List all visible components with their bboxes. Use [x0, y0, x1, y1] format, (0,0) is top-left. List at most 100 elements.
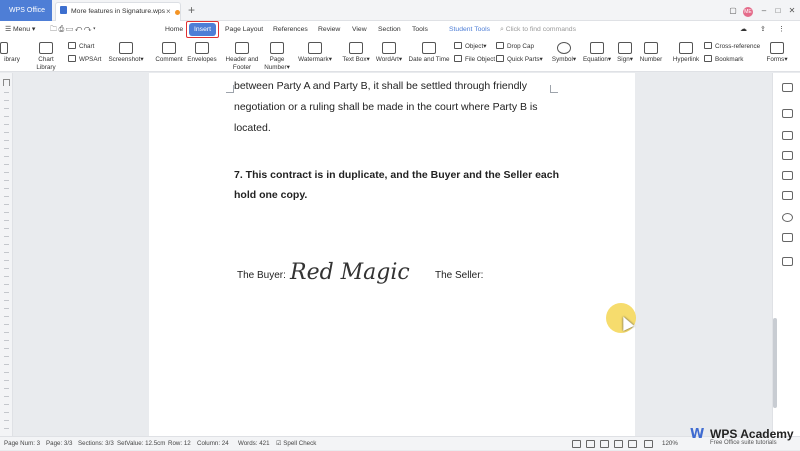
page-status[interactable]: Page: 3/3 — [46, 437, 73, 451]
equation-icon — [590, 42, 604, 54]
comment-button[interactable]: Comment — [152, 42, 186, 64]
number-button[interactable]: Number — [636, 42, 666, 64]
search-placeholder: Click to find commands — [505, 26, 576, 33]
text-box-button[interactable]: Text Box▾ — [340, 42, 372, 64]
globe-icon[interactable] — [644, 440, 653, 448]
vertical-scrollbar[interactable] — [773, 318, 777, 408]
translate-icon[interactable] — [782, 233, 793, 242]
document-tab-title: More features in Signature.wps — [71, 8, 166, 15]
tab-view[interactable]: View — [352, 21, 367, 38]
maximize-icon[interactable]: □ — [772, 0, 784, 21]
library-button[interactable]: ibrary — [0, 42, 24, 64]
eye-protection-icon[interactable] — [628, 440, 637, 448]
number-icon — [644, 42, 658, 54]
document-page[interactable]: between Party A and Party B, it shall be… — [149, 73, 635, 436]
wpsart-button[interactable]: WPSArt — [68, 55, 101, 64]
tab-section[interactable]: Section — [378, 21, 401, 38]
tab-home[interactable]: Home — [165, 21, 183, 38]
library-icon — [0, 42, 8, 54]
buyer-signature[interactable]: Red Magic — [290, 260, 410, 285]
setvalue-status[interactable]: SetValue: 12.5cm — [117, 437, 165, 451]
screenshot-button[interactable]: Screenshot▾ — [106, 42, 146, 64]
drop-cap-button[interactable]: Drop Cap — [496, 42, 534, 51]
insert-ribbon: ibrary Chart Library Chart WPSArt Screen… — [0, 38, 800, 72]
menu-button[interactable]: ☰ Menu ▾ — [5, 21, 35, 38]
new-tab-button[interactable]: + — [188, 3, 195, 17]
margin-corner-mark — [550, 85, 558, 93]
symbol-button[interactable]: Symbol▾ — [548, 42, 580, 64]
header-footer-button[interactable]: Header and Footer — [222, 42, 262, 72]
tab-tools[interactable]: Tools — [412, 21, 428, 38]
layout-icon[interactable]: ▢ — [726, 0, 740, 21]
settings-icon[interactable] — [782, 257, 793, 266]
close-window-icon[interactable]: ✕ — [786, 0, 798, 21]
sign-icon — [618, 42, 632, 54]
chart-library-button[interactable]: Chart Library — [28, 42, 64, 72]
document-tab[interactable]: More features in Signature.wps × — [55, 2, 181, 21]
history-icon[interactable] — [782, 213, 793, 222]
document-icon — [60, 6, 67, 14]
wps-academy-logo-icon: W — [690, 427, 705, 442]
formula-icon[interactable] — [782, 171, 793, 180]
row-status[interactable]: Row: 12 — [168, 437, 191, 451]
reading-view-icon[interactable] — [614, 440, 623, 448]
forms-button[interactable]: Forms▾ — [762, 42, 792, 64]
share-icon[interactable]: ⇪ — [760, 21, 766, 38]
forms-icon — [770, 42, 784, 54]
wordart-icon — [382, 42, 396, 54]
zoom-level[interactable]: 120% — [662, 437, 678, 451]
page-num-status[interactable]: Page Num: 3 — [4, 437, 40, 451]
object-icon — [454, 42, 462, 49]
vertical-ruler — [4, 85, 9, 431]
style-icon[interactable] — [782, 131, 793, 140]
outline-view-icon[interactable] — [586, 440, 595, 448]
adjust-icon[interactable] — [782, 109, 793, 118]
paragraph-line: between Party A and Party B, it shall be… — [234, 80, 528, 92]
column-status[interactable]: Column: 24 — [197, 437, 229, 451]
avatar[interactable]: ME — [742, 0, 754, 21]
export-icon[interactable] — [782, 191, 793, 200]
watermark-button[interactable]: Watermark▾ — [294, 42, 336, 64]
equation-button[interactable]: Equation▾ — [580, 42, 614, 64]
envelopes-button[interactable]: Envelopes — [186, 42, 218, 64]
wordart-button[interactable]: WordArt▾ — [374, 42, 404, 64]
menu-bar: ☰ Menu ▾ 🗀 ⎙ ▭ ↶ ↷ ▾ Home Insert Page La… — [0, 21, 800, 38]
object-button[interactable]: Object▾ — [454, 42, 486, 51]
chart-icon — [68, 42, 76, 49]
cross-reference-button[interactable]: Cross-reference — [704, 42, 760, 51]
file-object-button[interactable]: File Object — [454, 55, 495, 64]
date-time-button[interactable]: Date and Time — [406, 42, 452, 64]
hyperlink-button[interactable]: Hyperlink — [670, 42, 702, 64]
sync-icon[interactable]: ☁ — [740, 21, 747, 38]
document-area: between Party A and Party B, it shall be… — [13, 73, 771, 436]
status-bar: Page Num: 3 Page: 3/3 Sections: 3/3 SetV… — [0, 436, 800, 450]
web-layout-view-icon[interactable] — [600, 440, 609, 448]
watermark-name: WPS Academy — [710, 427, 794, 441]
chart-button[interactable]: Chart — [68, 42, 94, 51]
wps-academy-watermark: W WPS Academy Free Office suite tutorial… — [690, 427, 800, 450]
words-status[interactable]: Words: 421 — [238, 437, 270, 451]
sign-button[interactable]: Sign▾ — [614, 42, 636, 64]
cross-reference-icon — [704, 42, 712, 49]
wpsart-icon — [68, 55, 76, 62]
sections-status[interactable]: Sections: 3/3 — [78, 437, 114, 451]
app-tab[interactable]: WPS Office — [0, 0, 52, 21]
spell-check-icon: ☑ — [276, 440, 282, 447]
minimize-icon[interactable]: – — [758, 0, 770, 21]
print-layout-view-icon[interactable] — [572, 440, 581, 448]
quick-access-icons[interactable]: 🗀 ⎙ ▭ ↶ ↷ ▾ — [50, 21, 96, 38]
shape-icon[interactable] — [782, 151, 793, 160]
close-tab-icon[interactable]: × — [166, 3, 171, 21]
bookmark-button[interactable]: Bookmark — [704, 55, 743, 64]
more-icon[interactable]: ⋮ — [778, 21, 785, 38]
quick-parts-button[interactable]: Quick Parts▾ — [496, 55, 543, 64]
tab-student-tools[interactable]: Student Tools — [449, 21, 490, 38]
tab-review[interactable]: Review — [318, 21, 340, 38]
tab-references[interactable]: References — [273, 21, 308, 38]
drop-cap-icon — [496, 42, 504, 49]
tab-page-layout[interactable]: Page Layout — [225, 21, 263, 38]
page-number-button[interactable]: Page Number▾ — [260, 42, 294, 72]
command-search[interactable]: ⌕ Click to find commands — [500, 21, 576, 38]
select-icon[interactable] — [782, 83, 793, 92]
spell-check-toggle[interactable]: ☑ Spell Check — [276, 437, 316, 451]
